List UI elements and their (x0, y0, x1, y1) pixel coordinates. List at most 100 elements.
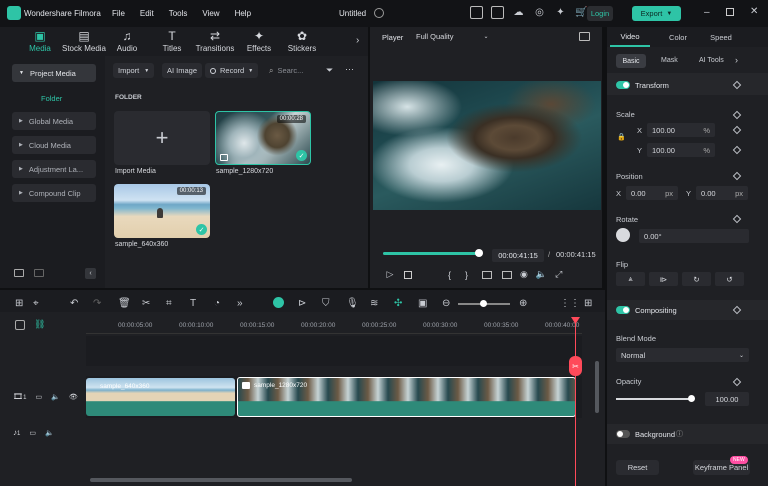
render-icon[interactable] (273, 297, 284, 308)
ai-image-button[interactable]: AI Image (162, 63, 203, 78)
delete-folder-icon[interactable] (34, 269, 44, 277)
undo-icon[interactable]: ↶ (70, 298, 78, 309)
sidebar-item-adjustment-layer[interactable]: ▶ Adjustment La... (12, 160, 96, 178)
sidebar-item-global-media[interactable]: ▶ Global Media (12, 112, 96, 130)
rotate-right-button[interactable]: ↻ (682, 272, 711, 286)
zoom-out-icon[interactable]: ⊖ (442, 298, 450, 309)
layout-grid-icon[interactable]: ⊞ (15, 298, 23, 309)
play-icon[interactable]: ▷ (384, 269, 396, 280)
quality-dropdown[interactable]: Full Quality ⌄ (416, 32, 489, 41)
gift-icon[interactable]: ✦ (554, 6, 567, 19)
rotate-dial[interactable] (616, 228, 630, 242)
keyframe-icon[interactable] (732, 125, 742, 135)
zoom-slider[interactable] (458, 300, 510, 307)
help-icon[interactable]: ⓘ (676, 429, 683, 439)
monitor-icon[interactable] (482, 270, 493, 279)
mark-out-icon[interactable]: } (465, 270, 468, 280)
split-icon[interactable]: ✂ (142, 298, 150, 309)
speaker-icon[interactable]: 🔈 (51, 393, 60, 401)
redo-icon[interactable]: ↷ (93, 298, 101, 309)
opacity-input[interactable]: 100.00 (705, 392, 749, 406)
filter-icon[interactable]: ⏷ (326, 65, 333, 76)
camera-icon[interactable]: ◉ (520, 269, 528, 280)
menu-file[interactable]: File (112, 9, 125, 18)
timeline-clip[interactable]: sample_640x360 (86, 378, 235, 416)
media-import-icon[interactable] (491, 6, 504, 19)
opacity-slider-handle[interactable] (688, 395, 695, 402)
select-tool-icon[interactable]: ⌖ (33, 298, 39, 309)
horizontal-scrollbar[interactable] (90, 478, 352, 482)
tab-effects[interactable]: ✦ Effects (236, 27, 282, 56)
sidebar-item-folder[interactable]: Folder (41, 94, 62, 103)
playback-progress-track[interactable] (383, 249, 483, 257)
keyframe-icon[interactable] (732, 214, 742, 224)
rotate-left-button[interactable]: ↺ (715, 272, 744, 286)
blend-mode-select[interactable]: Normal ⌄ (616, 348, 749, 362)
tab-stock-media[interactable]: ▤ Stock Media (61, 27, 107, 56)
folder-icon[interactable]: ▭ (29, 429, 36, 437)
sidebar-item-cloud-media[interactable]: ▶ Cloud Media (12, 136, 96, 154)
keyframe-icon[interactable] (732, 171, 742, 181)
flip-horizontal-button[interactable]: ⧐ (649, 272, 678, 286)
keyframe-icon[interactable] (732, 110, 742, 120)
scale-x-input[interactable]: 100.00 % (647, 123, 715, 137)
maximize-icon[interactable] (726, 8, 734, 16)
subtab-basic[interactable]: Basic (616, 54, 646, 68)
eye-icon[interactable]: 👁 (69, 393, 78, 401)
background-toggle[interactable] (616, 430, 630, 438)
tab-audio[interactable]: ♫ Audio (104, 27, 150, 56)
fullscreen-preview-icon[interactable] (502, 270, 513, 279)
scale-y-input[interactable]: 100.00 % (647, 143, 715, 157)
crop-icon[interactable]: ⌗ (166, 298, 172, 309)
more-tools-icon[interactable]: » (237, 298, 243, 309)
microphone-icon[interactable]: 🎙 (346, 298, 359, 309)
keyframe-icon[interactable] (732, 145, 742, 155)
link-lock-icon[interactable]: 🔒 (617, 133, 626, 141)
transform-toggle[interactable] (616, 81, 630, 89)
zoom-slider-handle[interactable] (480, 300, 487, 307)
vertical-scrollbar[interactable] (595, 361, 599, 413)
timeline-settings-icon[interactable]: ⋮⋮ (560, 298, 580, 309)
zoom-in-icon[interactable]: ⊕ (519, 298, 527, 309)
stop-icon[interactable] (404, 270, 412, 279)
subtab-mask[interactable]: Mask (661, 57, 678, 64)
flip-vertical-button[interactable]: ⩓ (616, 272, 645, 286)
voiceover-icon[interactable]: ≋ (370, 298, 378, 309)
chevron-right-icon[interactable]: › (356, 35, 359, 46)
support-icon[interactable]: ◎ (533, 6, 546, 19)
new-folder-icon[interactable] (14, 269, 24, 277)
search-input[interactable]: Searc... (277, 66, 303, 75)
login-button[interactable]: Login (587, 6, 613, 21)
add-track-icon[interactable] (15, 320, 25, 330)
snapshot-icon[interactable] (579, 32, 590, 41)
layout-icon[interactable] (470, 6, 483, 19)
position-x-input[interactable]: 0.00 px (626, 186, 678, 200)
tab-media[interactable]: ▣ Media (17, 27, 63, 56)
media-item-thumbnail[interactable]: 00:00:13 ✓ (114, 184, 210, 238)
expand-icon[interactable]: ⤢ (555, 269, 562, 280)
sidebar-item-compound-clip[interactable]: ▶ Compound Clip (12, 184, 96, 202)
timeline-clip-selected[interactable]: sample_1280x720 (237, 377, 576, 417)
position-y-input[interactable]: 0.00 px (696, 186, 748, 200)
playhead-line[interactable] (575, 318, 576, 486)
split-at-playhead-icon[interactable]: ✂ (569, 356, 582, 376)
subtab-ai-tools[interactable]: AI Tools (699, 57, 724, 64)
chevron-right-icon[interactable]: › (735, 55, 738, 65)
mark-in-icon[interactable]: { (448, 270, 451, 280)
close-icon[interactable]: ✕ (750, 6, 758, 17)
tab-transitions[interactable]: ⇄ Transitions (192, 27, 238, 56)
import-dropdown[interactable]: Import ▼ (113, 63, 155, 78)
speaker-icon[interactable]: 🔈 (45, 429, 54, 437)
collapse-sidebar-icon[interactable]: ‹ (85, 268, 96, 279)
media-search[interactable]: ⌕ Searc... (269, 63, 303, 78)
playback-handle[interactable] (475, 249, 483, 257)
export-button[interactable]: Export ▼ (632, 6, 681, 21)
volume-icon[interactable]: 🔈 (536, 269, 547, 280)
tab-titles[interactable]: T Titles (149, 27, 195, 56)
pip-icon[interactable]: ▣ (418, 298, 427, 309)
compositing-toggle[interactable] (616, 306, 630, 314)
record-dropdown[interactable]: Record ▼ (205, 63, 259, 78)
sidebar-item-project-media[interactable]: ▼ Project Media (12, 64, 96, 82)
cloud-icon[interactable]: ☁ (512, 6, 525, 19)
tab-video[interactable]: Video (610, 27, 650, 47)
